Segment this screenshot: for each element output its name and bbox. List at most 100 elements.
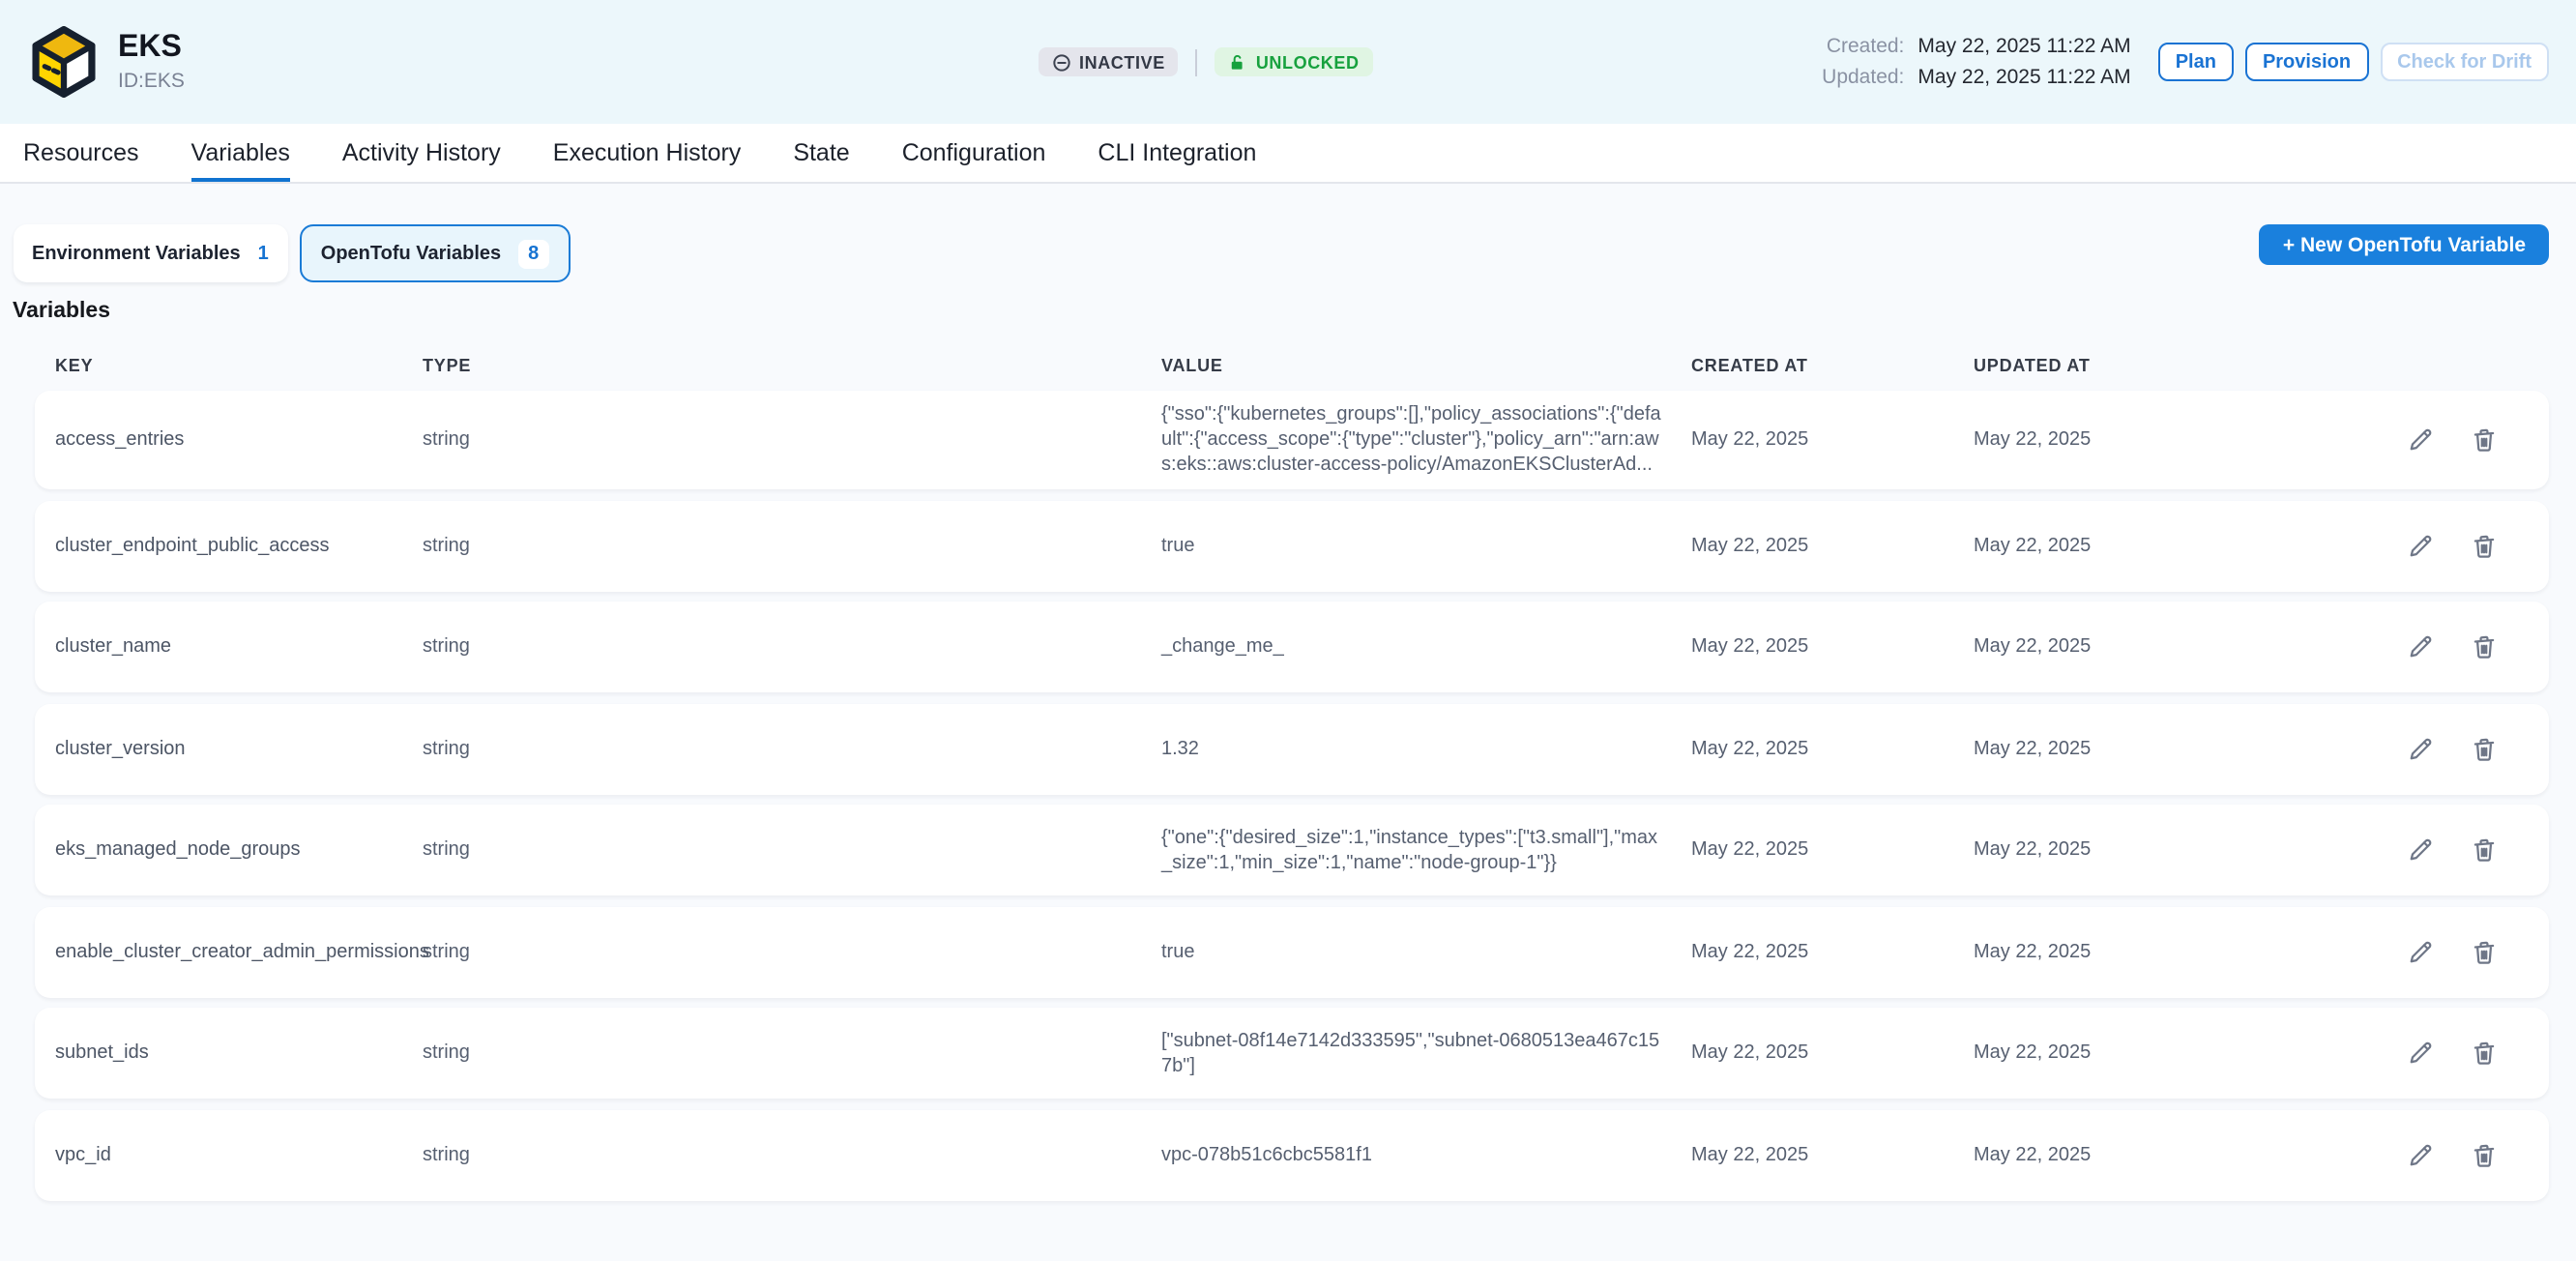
delete-variable-button[interactable] <box>2468 1139 2499 1170</box>
variable-value: {"one":{"desired_size":1,"instance_types… <box>1161 825 1691 875</box>
plan-button[interactable]: Plan <box>2158 43 2234 81</box>
edit-variable-button[interactable] <box>2404 1139 2435 1170</box>
table-row: access_entries string {"sso":{"kubernete… <box>34 391 2549 489</box>
check-for-drift-button[interactable]: Check for Drift <box>2380 43 2549 81</box>
tab-configuration[interactable]: Configuration <box>902 124 1046 182</box>
delete-variable-button[interactable] <box>2468 631 2499 662</box>
status-badges: INACTIVE UNLOCKED <box>1039 47 1373 76</box>
variable-updated-at: May 22, 2025 <box>1974 939 2264 964</box>
delete-variable-button[interactable] <box>2468 733 2499 764</box>
variable-value: {"sso":{"kubernetes_groups":[],"policy_a… <box>1161 402 1691 478</box>
pencil-icon <box>2405 937 2434 966</box>
variable-updated-at: May 22, 2025 <box>1974 736 2264 761</box>
variable-updated-at: May 22, 2025 <box>1974 634 2264 660</box>
variable-key: access_entries <box>34 427 423 453</box>
edit-variable-button[interactable] <box>2404 1038 2435 1069</box>
tab-environment-variables[interactable]: Environment Variables 1 <box>13 224 288 282</box>
variable-key: vpc_id <box>34 1142 423 1167</box>
table-row: cluster_endpoint_public_access string tr… <box>34 500 2549 591</box>
tab-opentofu-variables[interactable]: OpenTofu Variables 8 <box>300 224 570 282</box>
provision-button[interactable]: Provision <box>2245 43 2368 81</box>
variable-key: subnet_ids <box>34 1041 423 1066</box>
variables-panel: Environment Variables 1 OpenTofu Variabl… <box>0 184 2576 1200</box>
trash-icon <box>2469 1039 2498 1068</box>
tab-resources[interactable]: Resources <box>23 124 139 182</box>
pencil-icon <box>2405 734 2434 763</box>
tab-execution-history[interactable]: Execution History <box>553 124 742 182</box>
lock-badge: UNLOCKED <box>1215 47 1373 76</box>
variable-created-at: May 22, 2025 <box>1691 736 1974 761</box>
edit-variable-button[interactable] <box>2404 733 2435 764</box>
section-title: Variables <box>13 300 2576 323</box>
table-row: cluster_name string _change_me_ May 22, … <box>34 601 2549 692</box>
trash-icon <box>2469 425 2498 455</box>
table-body: access_entries string {"sso":{"kubernete… <box>34 391 2549 1200</box>
page-title: EKS <box>118 31 185 67</box>
variable-value: vpc-078b51c6cbc5581f1 <box>1161 1142 1691 1167</box>
variable-type: string <box>423 1041 1161 1066</box>
variable-type: string <box>423 533 1161 558</box>
tab-activity-history[interactable]: Activity History <box>342 124 501 182</box>
pencil-icon <box>2405 836 2434 865</box>
variable-type: string <box>423 939 1161 964</box>
edit-variable-button[interactable] <box>2404 835 2435 865</box>
variable-updated-at: May 22, 2025 <box>1974 1142 2264 1167</box>
tab-cli-integration[interactable]: CLI Integration <box>1098 124 1256 182</box>
variable-created-at: May 22, 2025 <box>1691 427 1974 453</box>
variable-created-at: May 22, 2025 <box>1691 939 1974 964</box>
variable-value: ["subnet-08f14e7142d333595","subnet-0680… <box>1161 1028 1691 1078</box>
variable-value: 1.32 <box>1161 736 1691 761</box>
trash-icon <box>2469 632 2498 661</box>
delete-variable-button[interactable] <box>2468 425 2499 455</box>
edit-variable-button[interactable] <box>2404 530 2435 561</box>
tab-bar: Resources Variables Activity History Execut… <box>0 124 2576 184</box>
created-value: May 22, 2025 11:22 AM <box>1917 35 2130 58</box>
variables-table: KEY TYPE VALUE CREATED AT UPDATED AT acc… <box>34 323 2549 1200</box>
variable-created-at: May 22, 2025 <box>1691 634 1974 660</box>
delete-variable-button[interactable] <box>2468 530 2499 561</box>
column-header-created-at: CREATED AT <box>1691 356 1974 375</box>
variable-type: string <box>423 1142 1161 1167</box>
pencil-icon <box>2405 1140 2434 1169</box>
tab-variables[interactable]: Variables <box>191 124 290 182</box>
variable-updated-at: May 22, 2025 <box>1974 1041 2264 1066</box>
status-badge: INACTIVE <box>1039 47 1179 76</box>
badge-divider <box>1196 48 1198 75</box>
table-row: enable_cluster_creator_admin_permissions… <box>34 906 2549 997</box>
table-header: KEY TYPE VALUE CREATED AT UPDATED AT <box>34 323 2549 391</box>
trash-icon <box>2469 734 2498 763</box>
pencil-icon <box>2405 632 2434 661</box>
pencil-icon <box>2405 1039 2434 1068</box>
variable-created-at: May 22, 2025 <box>1691 837 1974 863</box>
pencil-icon <box>2405 531 2434 560</box>
edit-variable-button[interactable] <box>2404 425 2435 455</box>
delete-variable-button[interactable] <box>2468 1038 2499 1069</box>
stack-id: ID:EKS <box>118 70 185 93</box>
variable-key: cluster_version <box>34 736 423 761</box>
variable-created-at: May 22, 2025 <box>1691 1142 1974 1167</box>
variable-created-at: May 22, 2025 <box>1691 533 1974 558</box>
timestamps: Created: May 22, 2025 11:22 AM Updated: … <box>1822 35 2131 89</box>
trash-icon <box>2469 836 2498 865</box>
variable-type: string <box>423 634 1161 660</box>
minus-circle-icon <box>1052 52 1071 72</box>
created-label: Created: <box>1822 35 1904 58</box>
stack-page: EKS ID:EKS INACTIVE UNLOCKED <box>0 0 2576 1261</box>
brand: EKS ID:EKS <box>27 25 185 99</box>
new-opentofu-variable-button[interactable]: + New OpenTofu Variable <box>2260 224 2549 265</box>
table-row: subnet_ids string ["subnet-08f14e7142d33… <box>34 1008 2549 1099</box>
delete-variable-button[interactable] <box>2468 936 2499 967</box>
opentofu-cube-logo-icon <box>27 25 101 99</box>
variable-key: cluster_endpoint_public_access <box>34 533 423 558</box>
table-row: cluster_version string 1.32 May 22, 2025… <box>34 703 2549 794</box>
column-header-updated-at: UPDATED AT <box>1974 356 2264 375</box>
variable-key: eks_managed_node_groups <box>34 837 423 863</box>
edit-variable-button[interactable] <box>2404 631 2435 662</box>
variable-type: string <box>423 736 1161 761</box>
variable-updated-at: May 22, 2025 <box>1974 837 2264 863</box>
delete-variable-button[interactable] <box>2468 835 2499 865</box>
edit-variable-button[interactable] <box>2404 936 2435 967</box>
tab-state[interactable]: State <box>793 124 849 182</box>
table-row: vpc_id string vpc-078b51c6cbc5581f1 May … <box>34 1109 2549 1200</box>
column-header-type: TYPE <box>423 356 1161 375</box>
